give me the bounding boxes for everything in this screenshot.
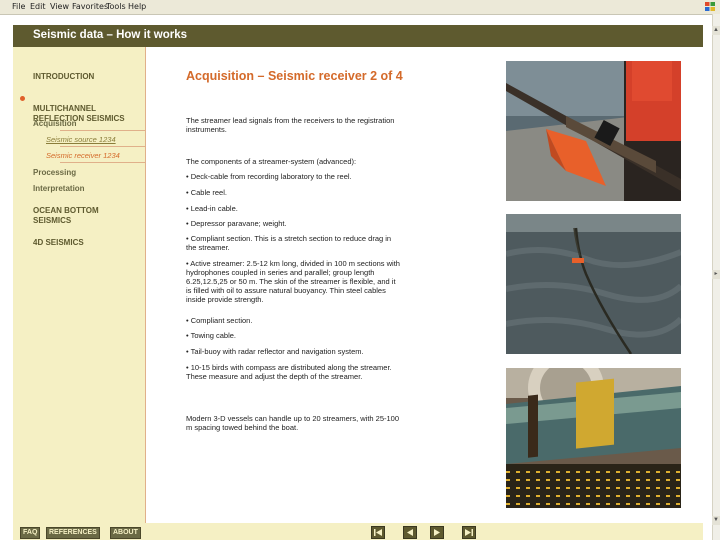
list-item: • Compliant section.: [186, 316, 253, 325]
streamer-deck-photo: [506, 61, 681, 201]
faq-button[interactable]: FAQ: [20, 527, 41, 539]
divider: [60, 146, 145, 147]
list-item: • Lead-in cable.: [186, 204, 238, 213]
list-item: • 10-15 birds with compass are distribut…: [186, 363, 392, 381]
sidebar-nav: INTRODUCTION MULTICHANNEL REFLECTION SEI…: [13, 47, 146, 523]
sidebar-item-seismic-receiver[interactable]: Seismic receiver 1234: [46, 151, 120, 160]
scroll-down-arrow-icon[interactable]: ▼: [712, 516, 720, 525]
sidebar-item-4d-seismics[interactable]: 4D SEISMICS: [33, 238, 84, 248]
sidebar-item-ocean-bottom[interactable]: OCEAN BOTTOM SEISMICS: [33, 206, 133, 226]
intro-text: The streamer lead signals from the recei…: [186, 116, 395, 134]
components-heading: The components of a streamer-system (adv…: [186, 157, 357, 166]
active-bullet-icon: [20, 96, 25, 101]
menu-tools[interactable]: Tools: [106, 2, 126, 11]
sidebar-item-acquisition[interactable]: Acquisition: [33, 119, 77, 128]
footer-bar: FAQ REFERENCES ABOUT: [13, 523, 703, 540]
scroll-thumb-icon[interactable]: ▸: [712, 270, 720, 279]
menu-file[interactable]: File: [12, 2, 25, 11]
list-item: • Tail-buoy with radar reflector and nav…: [186, 347, 364, 356]
list-item: • Active streamer: 2.5-12 km long, divid…: [186, 259, 400, 304]
streamer-water-photo: [506, 214, 681, 354]
browser-menubar: File Edit View Favorites Tools Help: [0, 0, 720, 15]
main-content: Acquisition – Seismic receiver 2 of 4 Th…: [146, 47, 703, 523]
menu-view[interactable]: View: [50, 2, 69, 11]
scroll-up-arrow-icon[interactable]: ▲: [712, 26, 720, 35]
first-page-icon[interactable]: [371, 526, 385, 539]
sidebar-item-interpretation[interactable]: Interpretation: [33, 184, 85, 193]
page-title: Acquisition – Seismic receiver 2 of 4: [186, 69, 403, 83]
references-button[interactable]: REFERENCES: [46, 527, 100, 539]
sidebar-item-processing[interactable]: Processing: [33, 168, 76, 177]
page-header-title: Seismic data – How it works: [33, 29, 188, 41]
last-page-icon[interactable]: [462, 526, 476, 539]
list-item: • Depressor paravane; weight.: [186, 219, 287, 228]
previous-page-icon[interactable]: [403, 526, 417, 539]
closing-text: Modern 3-D vessels can handle up to 20 s…: [186, 414, 400, 432]
about-button[interactable]: ABOUT: [110, 527, 141, 539]
sidebar-item-seismic-source[interactable]: Seismic source 1234: [46, 135, 116, 144]
menu-help[interactable]: Help: [128, 2, 146, 11]
menu-edit[interactable]: Edit: [30, 2, 46, 11]
streamer-cable-photo: [506, 368, 681, 508]
list-item: • Deck-cable from recording laboratory t…: [186, 172, 352, 181]
list-item: • Towing cable.: [186, 331, 237, 340]
windows-logo-icon: [705, 2, 715, 11]
menu-favorites[interactable]: Favorites: [72, 2, 108, 11]
sidebar-item-introduction[interactable]: INTRODUCTION: [33, 72, 94, 82]
divider: [60, 130, 145, 131]
page-header: Seismic data – How it works: [13, 25, 703, 47]
divider: [60, 162, 145, 163]
list-item: • Compliant section. This is a stretch s…: [186, 234, 392, 252]
next-page-icon[interactable]: [430, 526, 444, 539]
list-item: • Cable reel.: [186, 188, 227, 197]
